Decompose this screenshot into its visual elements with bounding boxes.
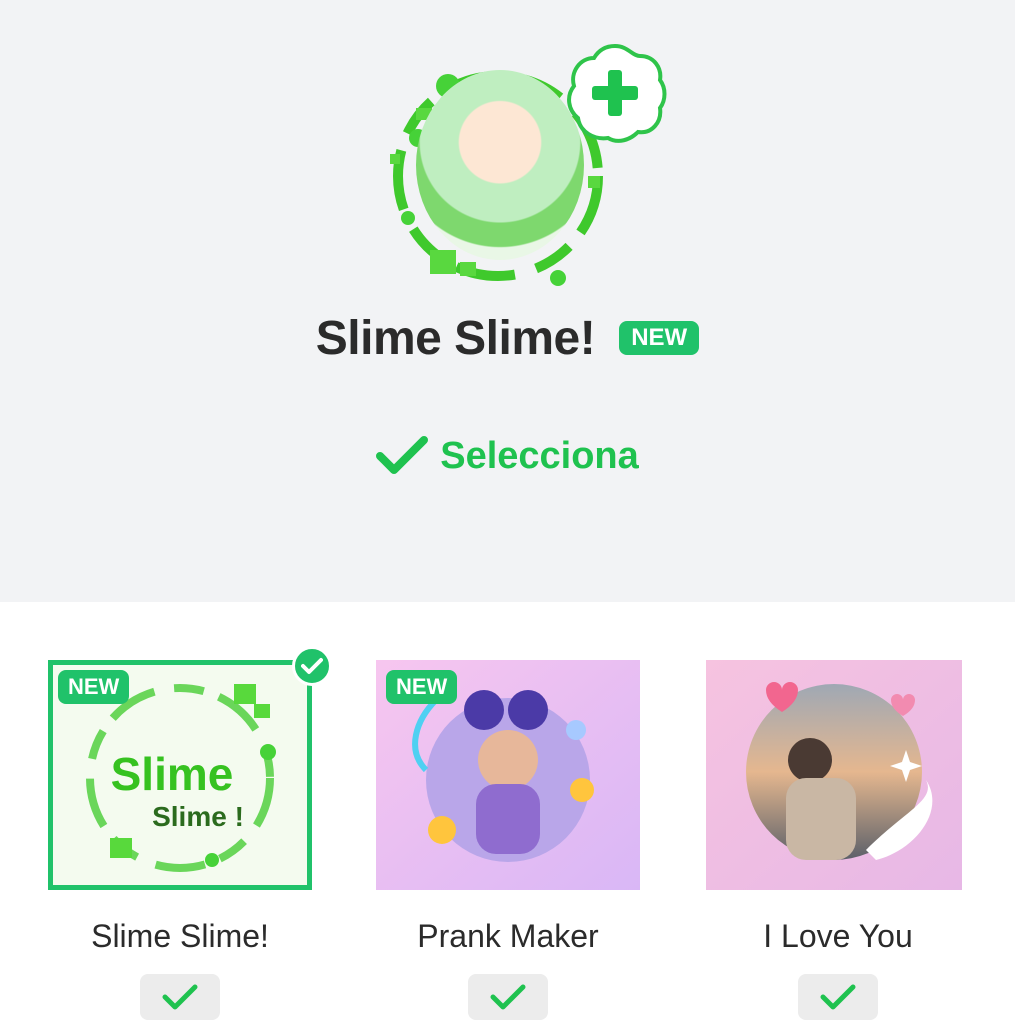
frame-name: I Love You xyxy=(763,918,913,954)
frame-item-slime[interactable]: Slime Slime ! NEW Slime Slime! xyxy=(48,646,332,1024)
love-thumbnail-art xyxy=(706,660,962,890)
thumb-title-line2: Slime ! xyxy=(152,801,244,832)
checkmark-icon xyxy=(162,984,198,1010)
avatar-image xyxy=(416,70,584,260)
frame-item-prank-maker[interactable]: NEW Prank Maker xyxy=(376,660,640,1024)
frame-thumbnail[interactable] xyxy=(706,660,970,890)
frame-name: Prank Maker xyxy=(417,918,599,954)
new-badge: NEW xyxy=(619,321,700,355)
checkmark-icon xyxy=(490,984,526,1010)
selected-check-icon xyxy=(292,646,332,686)
frame-item-i-love-you[interactable]: I Love You xyxy=(706,660,970,1024)
select-button[interactable]: Selecciona xyxy=(0,426,1015,486)
apply-frame-button[interactable] xyxy=(140,974,220,1020)
new-badge: NEW xyxy=(58,670,130,704)
select-label: Selecciona xyxy=(440,434,639,477)
frame-name: Slime Slime! xyxy=(91,918,269,954)
checkmark-icon xyxy=(820,984,856,1010)
frame-thumbnail[interactable]: NEW xyxy=(376,660,640,890)
add-frame-button[interactable] xyxy=(562,40,668,146)
frame-title-row: Slime Slime! NEW xyxy=(0,306,1015,370)
thumb-title-line1: Slime xyxy=(111,748,234,800)
checkmark-icon xyxy=(376,436,429,474)
frame-preview-panel: Slime Slime! NEW Selecciona xyxy=(0,0,1015,602)
frame-title: Slime Slime! xyxy=(315,311,596,365)
apply-frame-button[interactable] xyxy=(798,974,878,1020)
frame-thumbnail[interactable]: Slime Slime ! NEW xyxy=(48,660,312,890)
new-badge: NEW xyxy=(386,670,458,704)
apply-frame-button[interactable] xyxy=(468,974,548,1020)
avatar-preview xyxy=(378,36,678,286)
